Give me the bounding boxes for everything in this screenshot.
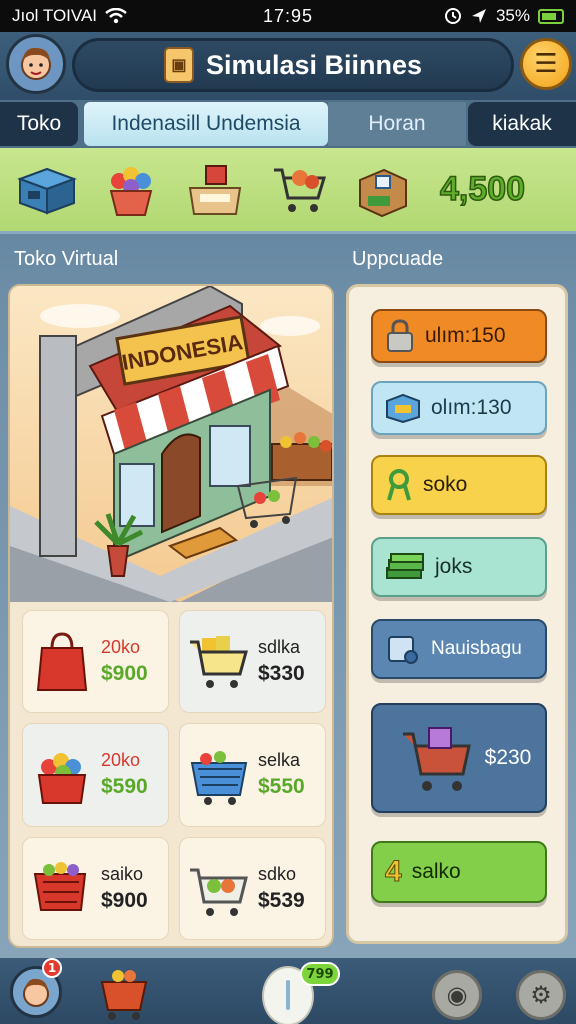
store-panel: INDONESIA 20ko $900 sdlka $330 20ko $590… (8, 284, 334, 948)
product-price: $539 (258, 888, 305, 912)
alarm-icon (444, 8, 461, 24)
product-name: saiko (101, 863, 144, 884)
carrier-label: Jıol TOIVAI (12, 6, 98, 25)
energy-badge: 799 (300, 962, 340, 986)
upgrade-label: joks (435, 555, 473, 578)
coin-count: 4,500 (439, 169, 526, 209)
upgrade-button-4[interactable]: joks (371, 537, 547, 597)
machine-icon (388, 636, 418, 664)
cash-stack-icon (386, 553, 424, 579)
blue-box-icon[interactable] (16, 161, 78, 219)
delivery-box-icon[interactable] (352, 161, 414, 219)
cash-register-icon[interactable] (184, 161, 246, 219)
clock: 17:95 (262, 5, 314, 26)
upgrade-label: olım:130 (431, 396, 512, 419)
tab-bar: Toko Indenasill Undemsia Horan kiakak (0, 100, 576, 148)
upgrade-button-3[interactable]: soko (371, 455, 547, 515)
upgrade-button-1[interactable]: ulım:150 (371, 309, 547, 363)
wifi-icon (105, 8, 127, 24)
resource-bar: 4,500 (0, 148, 576, 234)
avatar-face-icon (21, 47, 51, 80)
product-name: selka (258, 750, 301, 771)
padlock-icon (387, 319, 413, 352)
veggie-cart-icon (186, 853, 252, 923)
tab-horan[interactable]: Horan (328, 102, 466, 146)
product-price: $590 (101, 775, 148, 799)
app-header: ▣ Simulasi Biinnes ☰ (0, 32, 576, 100)
product-grid: 20ko $900 sdlka $330 20ko $590 selka $55… (10, 602, 332, 946)
upgrade-panel: ulım:150 olım:130 soko joks Nauisbagu $2… (346, 284, 568, 944)
upgrade-label: Nauisbagu (431, 638, 522, 659)
location-icon (471, 9, 486, 23)
tab-toko[interactable]: Toko (0, 102, 78, 146)
fruit-basket-icon (29, 740, 95, 810)
upgrade-label: ulım:150 (425, 324, 506, 347)
tab-indenasill[interactable]: Indenasill Undemsia (84, 102, 328, 146)
eye-icon: ◉ (446, 981, 468, 1009)
product-price: $900 (101, 888, 148, 912)
tab-kiakak[interactable]: kiakak (468, 102, 576, 146)
product-price: $550 (258, 775, 305, 799)
red-bag-icon (29, 627, 95, 697)
title-bar: ▣ Simulasi Biinnes (72, 38, 514, 92)
product-card[interactable]: saiko $900 (22, 836, 169, 940)
product-card[interactable]: sdko $539 (179, 836, 326, 940)
profile-avatar[interactable] (6, 34, 66, 94)
upgrade-button-2[interactable]: olım:130 (371, 381, 547, 435)
upgrade-button-5[interactable]: Nauisbagu (371, 619, 547, 679)
shopping-cart-icon[interactable] (268, 161, 330, 219)
upgrade-label: soko (423, 473, 468, 496)
ticket-icon: ▣ (163, 47, 194, 83)
avatar-face-icon (23, 978, 49, 1007)
ribbon-icon (387, 469, 411, 501)
product-name: 20ko (101, 750, 141, 771)
page-title: Simulasi Biinnes (205, 49, 423, 80)
section-label-toko-virtual: Toko Virtual (14, 248, 119, 270)
product-card[interactable]: sdlka $330 (179, 610, 326, 714)
hamburger-icon: ☰ (534, 49, 558, 79)
flower-pot-icon[interactable] (100, 161, 162, 219)
product-name: sdko (258, 863, 297, 884)
product-card[interactable]: 20ko $900 (22, 610, 169, 714)
scan-button[interactable]: ◉ (432, 970, 482, 1020)
upgrade-price: $230 (484, 746, 532, 769)
product-card[interactable]: 20ko $590 (22, 723, 169, 827)
settings-button[interactable]: ⚙ (516, 970, 566, 1020)
section-label-upgrade: Uppcuade (352, 248, 444, 270)
notification-badge: 1 (42, 958, 62, 978)
produce-cart-icon (29, 853, 95, 923)
shopping-cart-icon (402, 727, 471, 791)
store-scene[interactable]: INDONESIA (10, 286, 332, 602)
bottom-nav: 1 799 ◉ ⚙ (0, 958, 576, 1024)
product-name: 20ko (101, 637, 141, 658)
number-four-icon: 4 (385, 855, 403, 889)
product-name: sdlka (258, 637, 301, 658)
progress-indicator (286, 980, 290, 1010)
upgrade-button-7[interactable]: 4 salko (371, 841, 547, 903)
product-price: $330 (258, 662, 305, 686)
basket-icon[interactable] (96, 966, 152, 1024)
battery-percent: 35% (495, 6, 530, 25)
cart-icon (186, 627, 252, 697)
blue-basket-icon (186, 740, 252, 810)
gear-icon: ⚙ (530, 981, 552, 1009)
upgrade-button-6[interactable]: $230 (371, 703, 547, 813)
menu-button[interactable]: ☰ (520, 38, 572, 90)
box-icon (386, 393, 420, 423)
battery-icon (538, 8, 564, 24)
product-price: $900 (101, 662, 148, 686)
upgrade-label: salko (411, 860, 461, 883)
product-card[interactable]: selka $550 (179, 723, 326, 827)
status-bar: Jıol TOIVAI 17:95 35% (0, 0, 576, 32)
